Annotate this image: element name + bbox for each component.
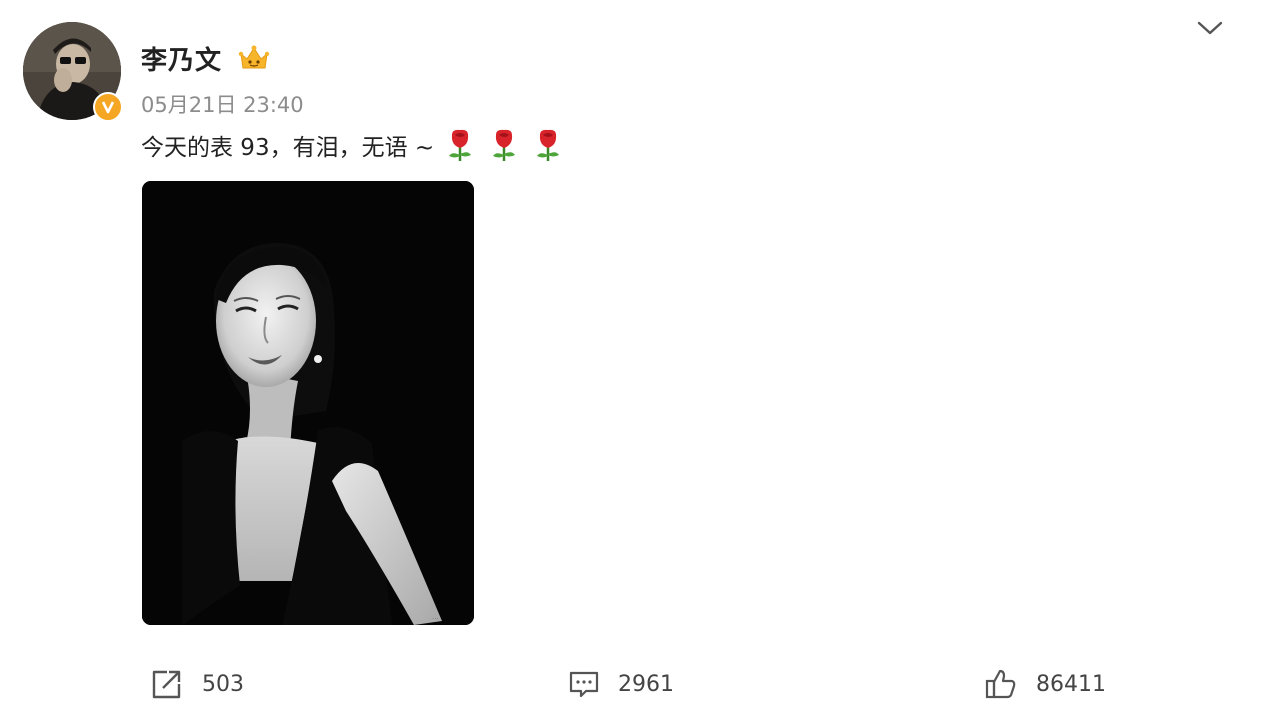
repost-button[interactable]: 503 bbox=[150, 666, 244, 702]
repost-count: 503 bbox=[202, 671, 244, 697]
rose-emoji-icon bbox=[449, 129, 472, 161]
chevron-down-icon[interactable] bbox=[1195, 17, 1225, 39]
comment-count: 2961 bbox=[618, 671, 674, 697]
svg-text:···: ··· bbox=[432, 615, 439, 623]
comment-button[interactable]: 2961 bbox=[568, 666, 674, 702]
thumbs-up-icon bbox=[985, 669, 1016, 699]
post-content: 今天的表 93，有泪，无语 ~ bbox=[141, 127, 564, 163]
like-count: 86411 bbox=[1036, 671, 1106, 697]
post-image[interactable]: ··· bbox=[142, 181, 474, 625]
post-timestamp[interactable]: 05月21日 23:40 bbox=[141, 89, 304, 119]
comment-icon bbox=[569, 671, 599, 698]
weibo-post: 李乃文 05月21日 23:40 今天的表 93，有泪，无语 ~ ··· 503… bbox=[0, 0, 1262, 728]
author-avatar[interactable] bbox=[23, 22, 123, 122]
share-icon bbox=[152, 670, 181, 699]
member-crown-icon[interactable] bbox=[238, 44, 270, 72]
post-text: 今天的表 93，有泪，无语 ~ bbox=[141, 135, 435, 161]
author-name[interactable]: 李乃文 bbox=[141, 40, 222, 77]
like-button[interactable]: 86411 bbox=[984, 666, 1106, 702]
rose-emoji-icon bbox=[493, 129, 516, 161]
emoji-group bbox=[444, 127, 564, 163]
rose-emoji-icon bbox=[537, 129, 560, 161]
verified-v-icon bbox=[93, 92, 123, 122]
